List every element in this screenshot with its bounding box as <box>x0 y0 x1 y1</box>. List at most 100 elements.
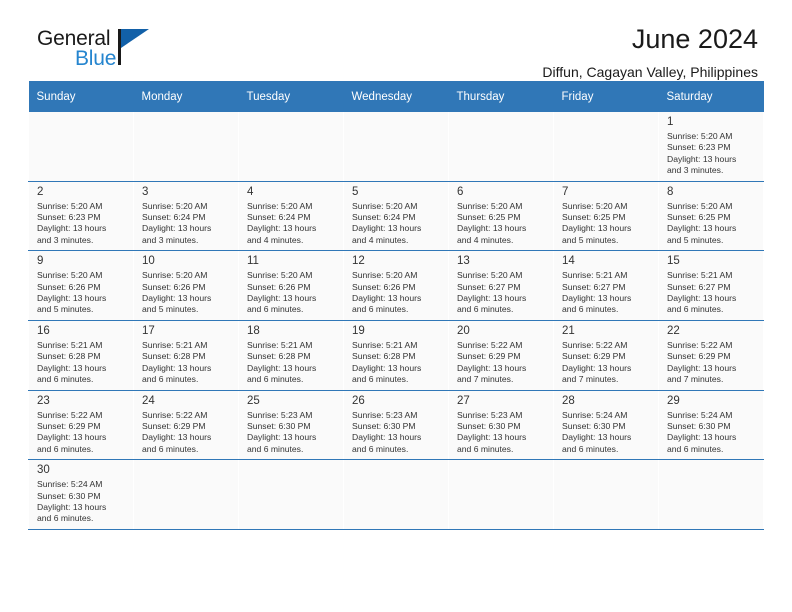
day-info: Sunrise: 5:23 AM Sunset: 6:30 PM Dayligh… <box>457 409 527 454</box>
week-row: 2 Sunrise: 5:20 AM Sunset: 6:23 PM Daylig… <box>28 181 764 252</box>
day-number: 28 <box>562 394 575 407</box>
day-info: Sunrise: 5:20 AM Sunset: 6:23 PM Dayligh… <box>37 200 107 245</box>
day-cell: 27 Sunrise: 5:23 AM Sunset: 6:30 PM Dayli… <box>448 390 554 461</box>
day-number: 14 <box>562 255 575 268</box>
day-info: Sunrise: 5:22 AM Sunset: 6:29 PM Dayligh… <box>37 409 107 454</box>
day-cell <box>553 459 659 530</box>
day-info: Sunrise: 5:20 AM Sunset: 6:24 PM Dayligh… <box>247 200 317 245</box>
day-cell <box>343 459 449 530</box>
day-cell: 24 Sunrise: 5:22 AM Sunset: 6:29 PM Dayli… <box>133 390 239 461</box>
day-number: 15 <box>667 255 680 268</box>
day-number: 2 <box>37 185 44 198</box>
day-cell: 5 Sunrise: 5:20 AM Sunset: 6:24 PM Daylig… <box>343 181 449 252</box>
day-info: Sunrise: 5:21 AM Sunset: 6:28 PM Dayligh… <box>37 339 107 385</box>
day-number <box>247 463 337 464</box>
logo-triangle-icon <box>121 29 149 48</box>
day-number <box>142 115 232 116</box>
day-number: 18 <box>247 324 260 337</box>
day-number: 30 <box>37 464 50 477</box>
day-number: 22 <box>667 324 680 337</box>
day-number: 29 <box>667 394 680 407</box>
day-info: Sunrise: 5:20 AM Sunset: 6:26 PM Dayligh… <box>37 270 107 315</box>
day-number: 17 <box>142 324 155 337</box>
weekday-header-saturday: Saturday <box>658 81 764 112</box>
day-number: 8 <box>667 185 674 198</box>
day-number <box>142 463 232 464</box>
day-info: Sunrise: 5:24 AM Sunset: 6:30 PM Dayligh… <box>667 409 737 454</box>
day-info: Sunrise: 5:21 AM Sunset: 6:28 PM Dayligh… <box>142 339 212 385</box>
weekday-header-row-group: Sunday Monday Tuesday Wednesday Thursday… <box>28 81 764 112</box>
day-number <box>667 463 757 464</box>
day-number: 21 <box>562 324 575 337</box>
day-cell: 7 Sunrise: 5:20 AM Sunset: 6:25 PM Daylig… <box>553 181 659 252</box>
day-number <box>37 115 127 116</box>
day-info: Sunrise: 5:21 AM Sunset: 6:27 PM Dayligh… <box>667 270 737 315</box>
day-info: Sunrise: 5:20 AM Sunset: 6:25 PM Dayligh… <box>457 200 527 245</box>
general-blue-logo[interactable]: General Blue <box>37 28 177 80</box>
weekday-header-monday: Monday <box>133 81 239 112</box>
day-info: Sunrise: 5:24 AM Sunset: 6:30 PM Dayligh… <box>37 479 107 524</box>
weekday-header-wednesday: Wednesday <box>343 81 449 112</box>
day-cell: 26 Sunrise: 5:23 AM Sunset: 6:30 PM Dayli… <box>343 390 449 461</box>
day-cell: 17 Sunrise: 5:21 AM Sunset: 6:28 PM Dayli… <box>133 320 239 391</box>
calendar-body: 1 Sunrise: 5:20 AM Sunset: 6:23 PM Daylig… <box>28 112 764 530</box>
day-number <box>457 463 547 464</box>
day-number: 9 <box>37 255 44 268</box>
day-cell <box>28 112 134 182</box>
day-number: 27 <box>457 394 470 407</box>
weekday-header-thursday: Thursday <box>448 81 554 112</box>
day-number <box>562 463 652 464</box>
day-number <box>457 115 547 116</box>
page-header: General Blue June 2024 Diffun, Cagayan V… <box>28 0 764 80</box>
calendar-page: General Blue June 2024 Diffun, Cagayan V… <box>0 0 792 612</box>
week-row: 23 Sunrise: 5:22 AM Sunset: 6:29 PM Dayli… <box>28 390 764 461</box>
day-number: 1 <box>667 116 674 128</box>
day-number: 7 <box>562 185 569 198</box>
day-info: Sunrise: 5:20 AM Sunset: 6:25 PM Dayligh… <box>667 200 737 245</box>
day-number: 20 <box>457 324 470 337</box>
day-number: 6 <box>457 185 464 198</box>
week-row: 30 Sunrise: 5:24 AM Sunset: 6:30 PM Dayli… <box>28 459 764 530</box>
day-cell: 10 Sunrise: 5:20 AM Sunset: 6:26 PM Dayli… <box>133 250 239 321</box>
day-info: Sunrise: 5:20 AM Sunset: 6:26 PM Dayligh… <box>352 270 422 315</box>
day-cell: 22 Sunrise: 5:22 AM Sunset: 6:29 PM Dayli… <box>658 320 764 391</box>
day-number: 12 <box>352 255 365 268</box>
day-cell <box>343 112 449 182</box>
day-number: 25 <box>247 394 260 407</box>
day-cell: 15 Sunrise: 5:21 AM Sunset: 6:27 PM Dayli… <box>658 250 764 321</box>
day-number: 4 <box>247 185 254 198</box>
week-row: 9 Sunrise: 5:20 AM Sunset: 6:26 PM Daylig… <box>28 250 764 321</box>
day-info: Sunrise: 5:20 AM Sunset: 6:24 PM Dayligh… <box>352 200 422 245</box>
day-number <box>352 463 442 464</box>
day-info: Sunrise: 5:23 AM Sunset: 6:30 PM Dayligh… <box>247 409 317 454</box>
day-info: Sunrise: 5:20 AM Sunset: 6:25 PM Dayligh… <box>562 200 632 245</box>
day-number: 26 <box>352 394 365 407</box>
day-cell: 28 Sunrise: 5:24 AM Sunset: 6:30 PM Dayli… <box>553 390 659 461</box>
day-cell <box>553 112 659 182</box>
day-number: 19 <box>352 324 365 337</box>
day-number <box>562 115 652 116</box>
day-info: Sunrise: 5:20 AM Sunset: 6:26 PM Dayligh… <box>247 270 317 315</box>
day-cell: 1 Sunrise: 5:20 AM Sunset: 6:23 PM Daylig… <box>658 112 764 182</box>
day-cell: 12 Sunrise: 5:20 AM Sunset: 6:26 PM Dayli… <box>343 250 449 321</box>
day-number: 10 <box>142 255 155 268</box>
day-info: Sunrise: 5:22 AM Sunset: 6:29 PM Dayligh… <box>457 339 527 385</box>
weekday-header-sunday: Sunday <box>28 81 134 112</box>
day-cell <box>238 459 344 530</box>
week-row: 16 Sunrise: 5:21 AM Sunset: 6:28 PM Dayli… <box>28 320 764 391</box>
day-number: 3 <box>142 185 149 198</box>
day-info: Sunrise: 5:23 AM Sunset: 6:30 PM Dayligh… <box>352 409 422 454</box>
day-cell: 14 Sunrise: 5:21 AM Sunset: 6:27 PM Dayli… <box>553 250 659 321</box>
day-cell: 13 Sunrise: 5:20 AM Sunset: 6:27 PM Dayli… <box>448 250 554 321</box>
day-cell: 30 Sunrise: 5:24 AM Sunset: 6:30 PM Dayli… <box>28 459 134 530</box>
day-info: Sunrise: 5:22 AM Sunset: 6:29 PM Dayligh… <box>562 339 632 385</box>
day-cell: 18 Sunrise: 5:21 AM Sunset: 6:28 PM Dayli… <box>238 320 344 391</box>
logo-word-blue: Blue <box>75 47 117 70</box>
day-number: 5 <box>352 185 359 198</box>
day-cell: 3 Sunrise: 5:20 AM Sunset: 6:24 PM Daylig… <box>133 181 239 252</box>
week-row: 1 Sunrise: 5:20 AM Sunset: 6:23 PM Daylig… <box>28 112 764 182</box>
month-calendar-table: Sunday Monday Tuesday Wednesday Thursday… <box>28 81 764 530</box>
day-info: Sunrise: 5:22 AM Sunset: 6:29 PM Dayligh… <box>667 339 737 385</box>
day-number: 24 <box>142 394 155 407</box>
day-info: Sunrise: 5:24 AM Sunset: 6:30 PM Dayligh… <box>562 409 632 454</box>
